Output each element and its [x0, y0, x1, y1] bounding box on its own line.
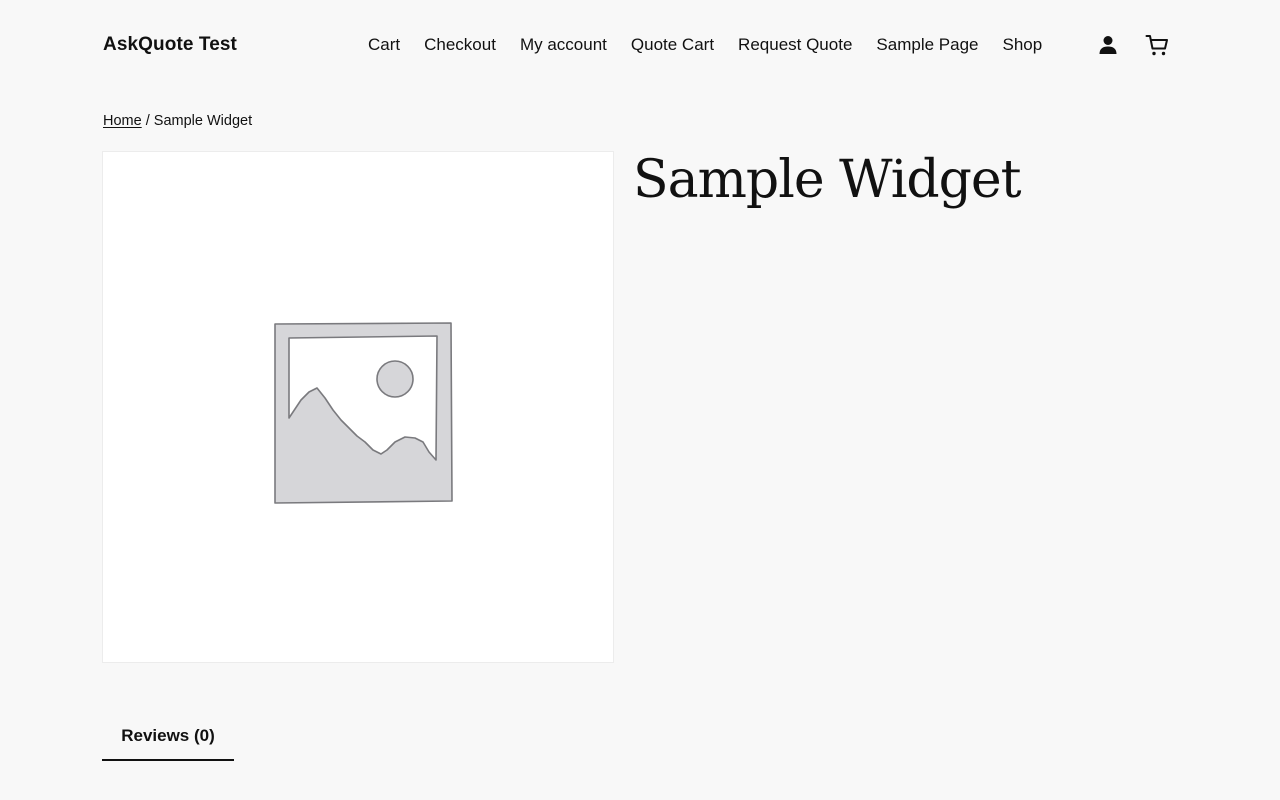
breadcrumb: Home / Sample Widget	[103, 111, 252, 131]
nav-item-quote-cart[interactable]: Quote Cart	[631, 33, 714, 57]
breadcrumb-home-link[interactable]: Home	[103, 113, 142, 129]
nav-item-sample-page[interactable]: Sample Page	[876, 33, 978, 57]
user-icon[interactable]	[1096, 33, 1120, 57]
main-navigation: Cart Checkout My account Quote Cart Requ…	[368, 33, 1066, 57]
tab-reviews[interactable]: Reviews (0)	[102, 714, 234, 761]
nav-item-my-account[interactable]: My account	[520, 33, 607, 57]
breadcrumb-current: Sample Widget	[153, 113, 253, 129]
nav-item-request-quote[interactable]: Request Quote	[738, 33, 852, 57]
nav-item-cart[interactable]: Cart	[368, 33, 400, 57]
product-title: Sample Widget	[633, 150, 1022, 210]
product-tabs: Reviews (0)	[102, 714, 1178, 762]
site-header: AskQuote Test Cart Checkout My account Q…	[0, 0, 1280, 90]
product-image[interactable]	[102, 151, 614, 663]
cart-icon[interactable]	[1145, 33, 1169, 57]
site-title[interactable]: AskQuote Test	[103, 33, 237, 57]
nav-item-checkout[interactable]: Checkout	[424, 33, 496, 57]
nav-item-shop[interactable]: Shop	[1002, 33, 1042, 57]
breadcrumb-separator: /	[141, 113, 154, 129]
placeholder-image-icon	[274, 322, 453, 504]
